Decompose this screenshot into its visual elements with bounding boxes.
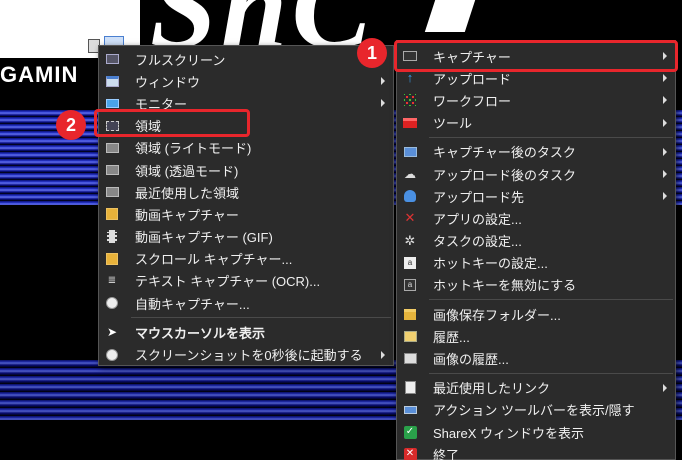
background-logo: GAMIN: [0, 62, 79, 87]
chevron-right-icon: [663, 118, 667, 127]
chevron-right-icon: [663, 74, 667, 83]
chevron-right-icon: [663, 147, 667, 156]
video-icon: [105, 207, 119, 221]
menu-item-app-settings[interactable]: ✕ アプリの設定...: [397, 207, 675, 229]
chevron-right-icon: [381, 350, 385, 359]
clipboard-icon: [403, 381, 417, 395]
chevron-right-icon: [663, 170, 667, 179]
gif-icon: [105, 230, 119, 244]
menu-item-region-light[interactable]: 領域 (ライトモード): [99, 137, 393, 159]
folder-icon: [403, 307, 417, 321]
menu-item-tools[interactable]: ツール: [397, 112, 675, 134]
menu-item-fullscreen[interactable]: フルスクリーン: [99, 48, 393, 70]
recent-region-icon: [105, 185, 119, 199]
hotkey-disable-icon: a: [403, 278, 417, 292]
highlight-region: [94, 109, 250, 137]
menu-item-show-window[interactable]: ✓ ShareX ウィンドウを表示: [397, 421, 675, 443]
region-light-icon: [105, 141, 119, 155]
after-capture-icon: [403, 145, 417, 159]
menu-item-auto-capture[interactable]: 自動キャプチャー...: [99, 292, 393, 314]
ocr-icon: ≣: [107, 274, 117, 286]
wrench-icon: ✕: [404, 210, 416, 226]
check-icon: ✓: [403, 425, 417, 439]
sharex-tray-menu: キャプチャー ↑ アップロード ワークフロー ツール キャプチャー後のタスク ☁…: [396, 40, 676, 460]
step-badge-2: 2: [56, 110, 86, 140]
clock-icon: [105, 296, 119, 310]
menu-item-destinations[interactable]: アップロード先: [397, 185, 675, 207]
menu-item-show-cursor[interactable]: ➤ マウスカーソルを表示: [99, 321, 393, 343]
menu-item-image-history[interactable]: 画像の履歴...: [397, 347, 675, 369]
menu-item-gif-capture[interactable]: 動画キャプチャー (GIF): [99, 226, 393, 248]
menu-item-history[interactable]: 履歴...: [397, 325, 675, 347]
toolbar-icon: [403, 403, 417, 417]
menu-item-toggle-toolbar[interactable]: アクション ツールバーを表示/隠す: [397, 399, 675, 421]
cursor-icon: ➤: [106, 325, 118, 340]
menu-item-workflow[interactable]: ワークフロー: [397, 89, 675, 111]
menu-item-ocr-capture[interactable]: ≣ テキスト キャプチャー (OCR)...: [99, 270, 393, 292]
menu-item-recent-region[interactable]: 最近使用した領域: [99, 181, 393, 203]
menu-item-after-upload-tasks[interactable]: ☁ アップロード後のタスク: [397, 163, 675, 185]
chevron-right-icon: [381, 99, 385, 108]
menu-item-after-capture-tasks[interactable]: キャプチャー後のタスク: [397, 141, 675, 163]
highlight-capture: [394, 40, 678, 72]
gear-icon: ✲: [404, 232, 416, 248]
menu-item-screenshot-delay[interactable]: スクリーンショットを0秒後に起動する: [99, 343, 393, 365]
hotkey-icon: a: [403, 256, 417, 270]
screen-icon: [105, 52, 119, 66]
capture-submenu: フルスクリーン ウィンドウ モニター 領域 領域 (ライトモード) 領域 (透過…: [98, 45, 394, 366]
menu-separator: [429, 372, 673, 374]
menu-item-exit[interactable]: ✕ 終了: [397, 443, 675, 460]
scroll-icon: [105, 252, 119, 266]
image-history-icon: [403, 352, 417, 366]
menu-item-screenshots-folder[interactable]: 画像保存フォルダー...: [397, 303, 675, 325]
destination-icon: [403, 189, 417, 203]
menu-item-disable-hotkeys[interactable]: a ホットキーを無効にする: [397, 274, 675, 296]
menu-item-task-settings[interactable]: ✲ タスクの設定...: [397, 230, 675, 252]
menu-separator: [429, 136, 673, 138]
menu-separator: [131, 317, 391, 319]
menu-item-scroll-capture[interactable]: スクロール キャプチャー...: [99, 248, 393, 270]
chevron-right-icon: [663, 192, 667, 201]
after-upload-icon: ☁: [404, 167, 416, 182]
chevron-right-icon: [663, 383, 667, 392]
workflow-icon: [403, 93, 417, 107]
step-badge-1: 1: [357, 38, 387, 68]
region-transparent-icon: [105, 163, 119, 177]
menu-item-hotkey-settings[interactable]: a ホットキーの設定...: [397, 252, 675, 274]
tools-icon: [403, 116, 417, 130]
exit-icon: ✕: [403, 447, 417, 460]
menu-separator: [429, 299, 673, 301]
upload-icon: ↑: [406, 70, 414, 86]
chevron-right-icon: [381, 77, 385, 86]
menu-item-window[interactable]: ウィンドウ: [99, 70, 393, 92]
chevron-right-icon: [663, 96, 667, 105]
timer-icon: [105, 348, 119, 362]
background-white-shape: [424, 0, 476, 32]
menu-item-region-transparent[interactable]: 領域 (透過モード): [99, 159, 393, 181]
menu-item-recent-links[interactable]: 最近使用したリンク: [397, 377, 675, 399]
window-icon: [105, 74, 119, 88]
history-icon: [403, 329, 417, 343]
menu-item-video-capture[interactable]: 動画キャプチャー: [99, 203, 393, 225]
